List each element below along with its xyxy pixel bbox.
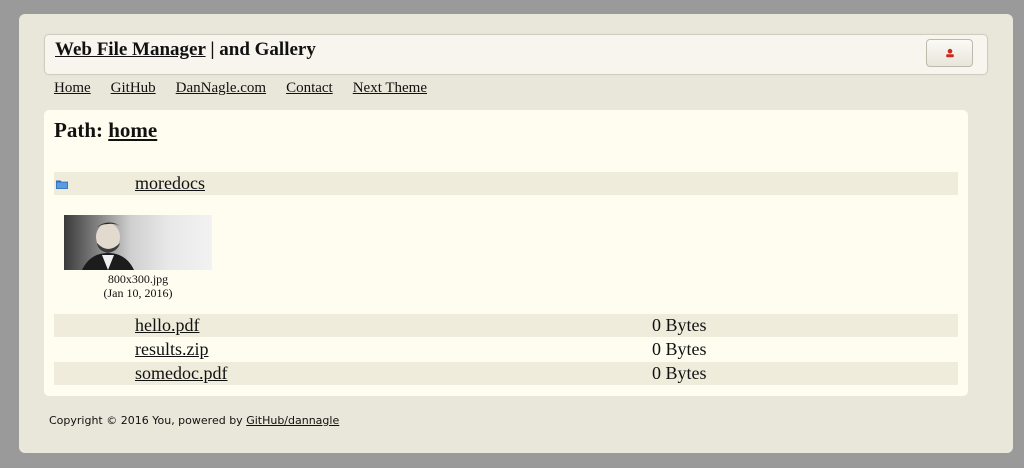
page-frame: Web File Manager | and Gallery Home GitH… bbox=[19, 14, 1013, 453]
user-menu-button[interactable] bbox=[926, 39, 973, 67]
header-bar: Web File Manager | and Gallery bbox=[44, 34, 988, 75]
nav-home[interactable]: Home bbox=[54, 80, 91, 97]
user-icon bbox=[945, 48, 954, 58]
file-size: 0 Bytes bbox=[652, 339, 707, 359]
path-label: Path: bbox=[54, 118, 109, 142]
page-title: Path: home bbox=[54, 118, 157, 143]
footer-github-link[interactable]: GitHub/dannagle bbox=[246, 414, 339, 427]
gallery-date: (Jan 10, 2016) bbox=[103, 286, 173, 300]
file-link[interactable]: somedoc.pdf bbox=[135, 362, 227, 385]
site-title-link[interactable]: Web File Manager bbox=[55, 39, 206, 60]
file-size: 0 Bytes bbox=[652, 315, 707, 335]
folder-link[interactable]: moredocs bbox=[135, 172, 205, 195]
footer: Copyright © 2016 You, powered by GitHub/… bbox=[49, 414, 339, 427]
file-size: 0 Bytes bbox=[652, 363, 707, 383]
file-panel: Path: home moredocs 800x300.jpg (Jan 10,… bbox=[44, 110, 968, 396]
nav-dannagle[interactable]: DanNagle.com bbox=[176, 80, 266, 97]
nav-github[interactable]: GitHub bbox=[111, 80, 156, 97]
folder-icon bbox=[56, 180, 68, 189]
site-title: Web File Manager | and Gallery bbox=[55, 39, 316, 61]
gallery-filename: 800x300.jpg bbox=[107, 272, 169, 286]
path-home-link[interactable]: home bbox=[108, 118, 157, 142]
gallery-thumbnail[interactable] bbox=[64, 215, 212, 270]
file-link[interactable]: results.zip bbox=[135, 338, 209, 361]
site-title-suffix: | and Gallery bbox=[205, 39, 316, 60]
file-link[interactable]: hello.pdf bbox=[135, 314, 200, 337]
gallery-caption: 800x300.jpg (Jan 10, 2016) bbox=[64, 272, 212, 300]
nav-next-theme[interactable]: Next Theme bbox=[353, 80, 427, 97]
nav-contact[interactable]: Contact bbox=[286, 80, 333, 97]
portrait-image bbox=[82, 222, 134, 270]
file-row[interactable]: hello.pdf 0 Bytes bbox=[54, 314, 958, 337]
footer-text: Copyright © 2016 You, powered by bbox=[49, 414, 247, 427]
file-row[interactable]: results.zip 0 Bytes bbox=[54, 338, 958, 361]
file-row[interactable]: somedoc.pdf 0 Bytes bbox=[54, 362, 958, 385]
folder-row[interactable]: moredocs bbox=[54, 172, 958, 195]
main-nav: Home GitHub DanNagle.com Contact Next Th… bbox=[54, 80, 427, 97]
